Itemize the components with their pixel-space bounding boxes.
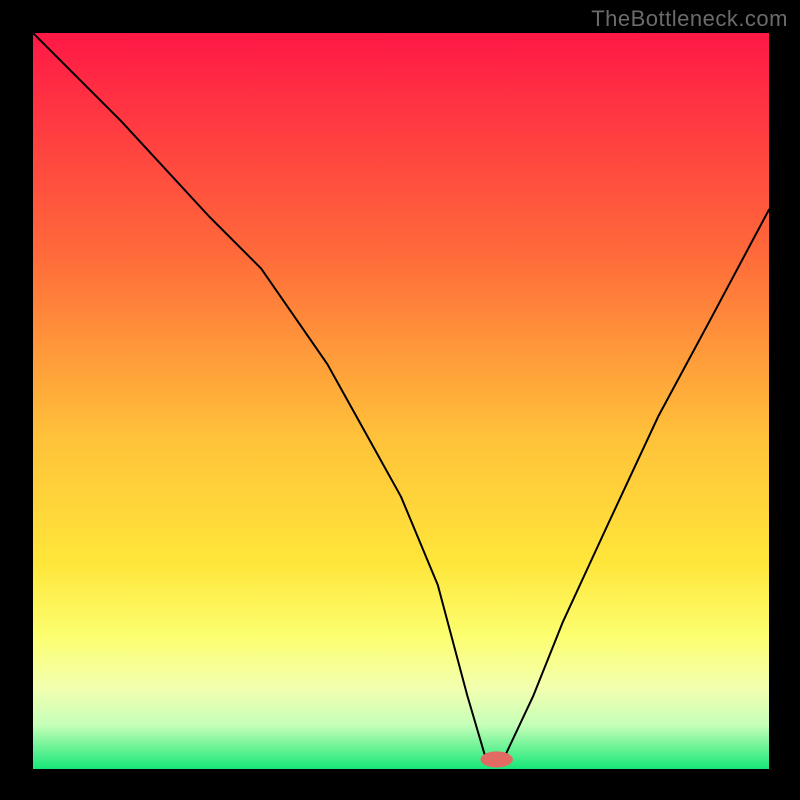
plot-area [33, 33, 769, 769]
attribution-text: TheBottleneck.com [591, 6, 788, 32]
chart-frame: TheBottleneck.com [0, 0, 800, 800]
chart-svg [33, 33, 769, 769]
optimal-point-marker [480, 751, 512, 767]
gradient-background [33, 33, 769, 769]
